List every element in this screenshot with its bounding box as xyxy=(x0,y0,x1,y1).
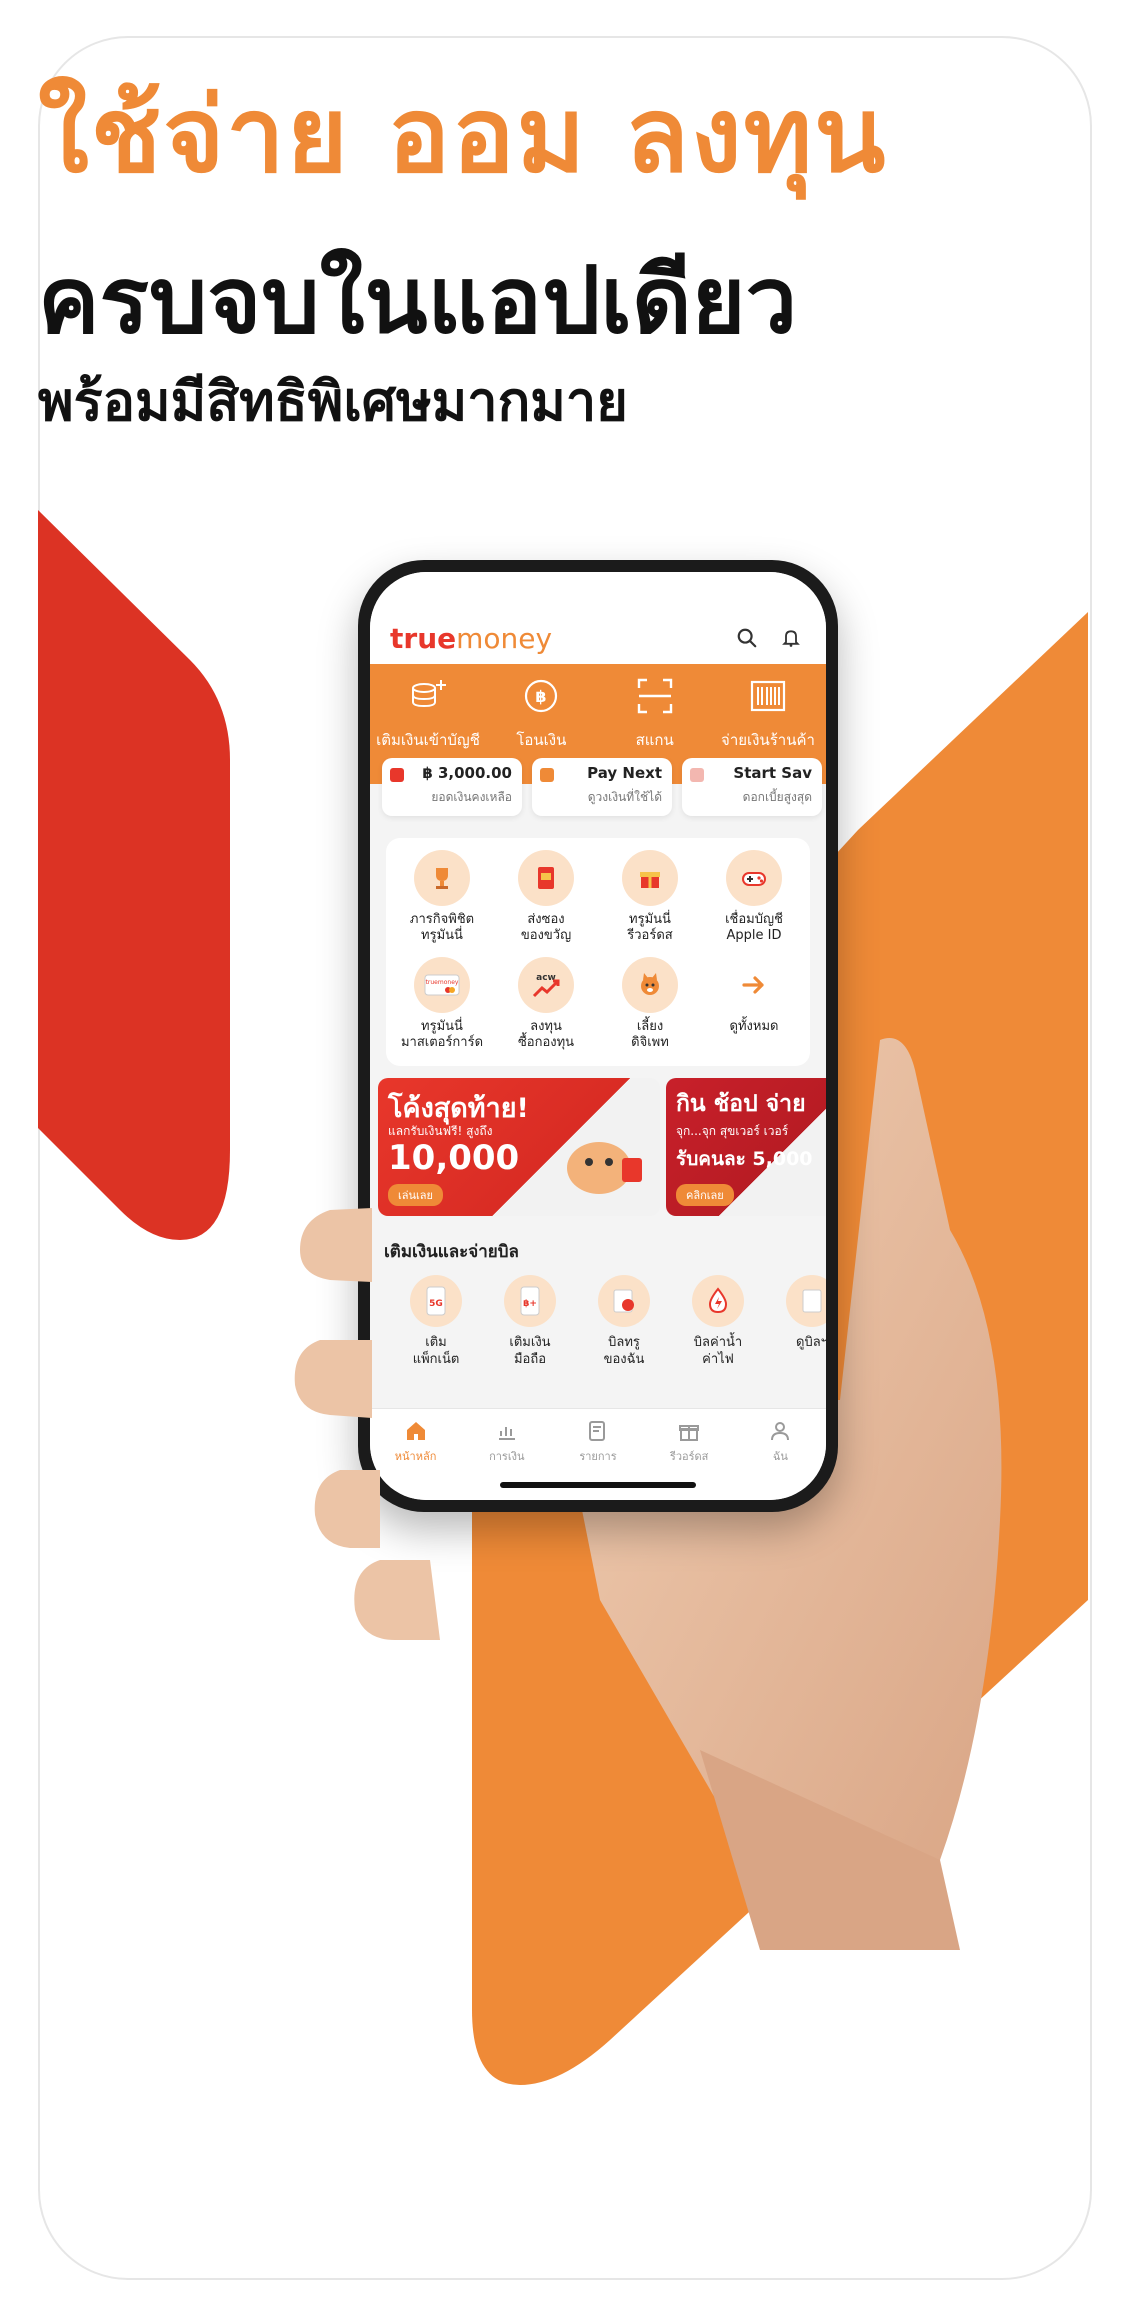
sim-5g-icon: 5G xyxy=(410,1275,462,1327)
wallet-icon xyxy=(390,768,404,782)
svg-text:฿: ฿ xyxy=(536,687,547,706)
bell-icon[interactable] xyxy=(776,623,806,653)
services-menu: ภารกิจพิชิต ทรูมันนี่ ส่งซอง ของขวัญ ทรู… xyxy=(386,838,810,1066)
play-now-button[interactable]: เล่นเลย xyxy=(388,1184,443,1206)
bill-item-view-bills[interactable]: ดูบิลฯ xyxy=(774,1275,826,1369)
phone-device: truemoney เติมเงินเข้าบัญชี ฿ โอนเงิน สแ… xyxy=(358,560,838,1512)
menu-item-mastercard[interactable]: truemoney ทรูมันนี่ มาสเตอร์การ์ด xyxy=(390,955,494,1056)
promo-banner-last-chance[interactable]: โค้งสุดท้าย! แลกรับเงินฟรี! สูงถึง 10,00… xyxy=(378,1078,660,1216)
transactions-icon xyxy=(558,1417,638,1445)
profile-icon xyxy=(740,1417,820,1445)
envelope-icon xyxy=(518,850,574,906)
svg-text:5G: 5G xyxy=(429,1299,443,1309)
transfer-icon: ฿ xyxy=(487,672,595,720)
wallet-card-savings[interactable]: Start Sav ดอกเบี้ยสูงสุด xyxy=(682,758,822,816)
rewards-icon xyxy=(649,1417,729,1445)
bill-item-true-bill[interactable]: บิลทรู ของฉัน xyxy=(586,1275,662,1369)
wallet-card-paynext[interactable]: Pay Next ดูวงเงินที่ใช้ได้ xyxy=(532,758,672,816)
menu-item-invest[interactable]: acw ลงทุน ซื้อกองทุน xyxy=(494,955,598,1056)
app-bar: truemoney xyxy=(370,612,826,664)
gamepad-icon xyxy=(726,850,782,906)
bill-item-mobile-topup[interactable]: ฿+ เติมเงิน มือถือ xyxy=(492,1275,568,1369)
chart-up-icon: acw xyxy=(518,957,574,1013)
home-icon xyxy=(376,1417,456,1445)
promo-banners: โค้งสุดท้าย! แลกรับเงินฟรี! สูงถึง 10,00… xyxy=(378,1078,826,1216)
nav-home[interactable]: หน้าหลัก xyxy=(376,1417,456,1500)
phone-screen: truemoney เติมเงินเข้าบัญชี ฿ โอนเงิน สแ… xyxy=(370,572,826,1500)
bill-item-utilities[interactable]: บิลค่าน้ำ ค่าไฟ xyxy=(680,1275,756,1369)
scan-icon xyxy=(601,672,709,720)
arrow-right-icon xyxy=(726,957,782,1013)
savings-icon xyxy=(690,768,704,782)
promo-banner-eat-shop-pay[interactable]: กิน ช้อป จ่าย จุก...จุก สุขเวอร์ เวอร์ ร… xyxy=(666,1078,826,1216)
bottom-nav: หน้าหลัก การเงิน รายการ รีวอร์ดส ฉัน xyxy=(370,1408,826,1500)
utility-icon xyxy=(692,1275,744,1327)
status-bar xyxy=(370,572,826,612)
gift-icon xyxy=(622,850,678,906)
trophy-icon xyxy=(414,850,470,906)
mascot-illustration xyxy=(567,1142,642,1194)
bill-item-data-pack[interactable]: 5G เติม แพ็กเน็ต xyxy=(398,1275,474,1369)
card-icon: truemoney xyxy=(414,957,470,1013)
wallet-card-balance[interactable]: ฿ 3,000.00 ยอดเงินคงเหลือ xyxy=(382,758,522,816)
bills-list: 5G เติม แพ็กเน็ต ฿+ เติมเงิน มือถือ บิลท… xyxy=(370,1275,826,1369)
menu-item-missions[interactable]: ภารกิจพิชิต ทรูมันนี่ xyxy=(390,848,494,949)
menu-item-see-all[interactable]: ดูทั้งหมด xyxy=(702,955,806,1056)
home-indicator xyxy=(500,1482,696,1488)
barcode-icon xyxy=(714,672,822,720)
bill-true-icon xyxy=(598,1275,650,1327)
finance-icon xyxy=(467,1417,547,1445)
menu-item-gift-envelope[interactable]: ส่งซอง ของขวัญ xyxy=(494,848,598,949)
sim-topup-icon: ฿+ xyxy=(504,1275,556,1327)
search-icon[interactable] xyxy=(732,623,762,653)
wallet-cards: ฿ 3,000.00 ยอดเงินคงเหลือ Pay Next ดูวงเ… xyxy=(370,758,826,832)
menu-item-apple-id[interactable]: เชื่อมบัญชี Apple ID xyxy=(702,848,806,949)
click-now-button[interactable]: คลิกเลย xyxy=(676,1184,734,1206)
pet-icon xyxy=(622,957,678,1013)
paynext-icon xyxy=(540,768,554,782)
bills-section-title: เติมเงินและจ่ายบิล xyxy=(384,1242,519,1262)
menu-item-rewards[interactable]: ทรูมันนี่ รีวอร์ดส xyxy=(598,848,702,949)
svg-text:฿+: ฿+ xyxy=(523,1299,537,1309)
svg-text:truemoney: truemoney xyxy=(426,979,459,986)
menu-item-digipet[interactable]: เลี้ยง ดิจิเพท xyxy=(598,955,702,1056)
bill-more-icon xyxy=(786,1275,826,1327)
svg-text:acw: acw xyxy=(536,973,556,983)
nav-profile[interactable]: ฉัน xyxy=(740,1417,820,1500)
coin-plus-icon xyxy=(374,672,482,720)
truemoney-logo: truemoney xyxy=(390,621,553,655)
